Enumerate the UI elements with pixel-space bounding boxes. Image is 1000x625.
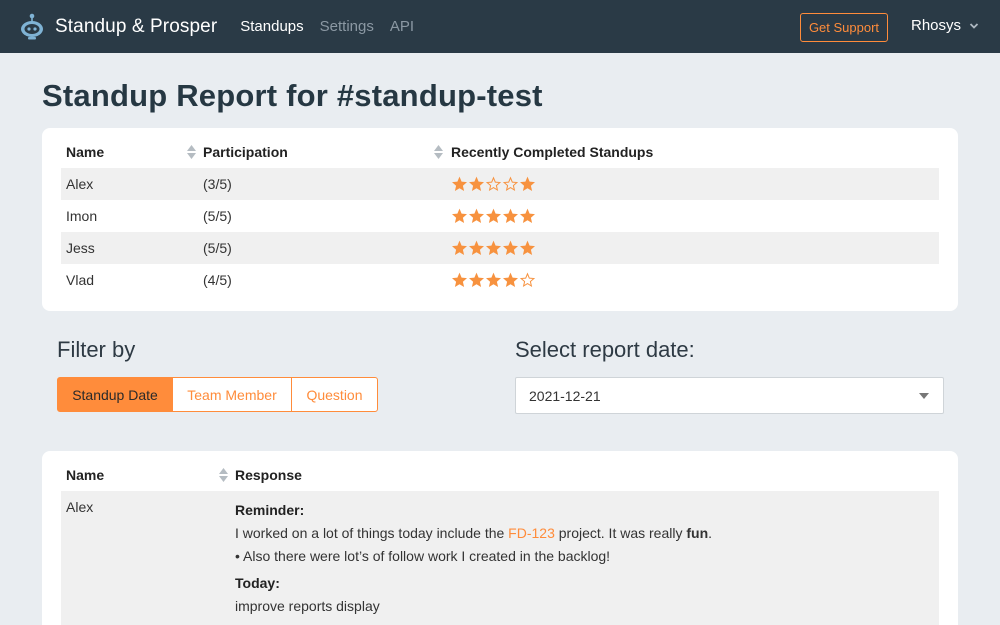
star-filled-icon bbox=[486, 272, 501, 287]
caret-down-icon bbox=[919, 393, 929, 399]
standup-stars bbox=[451, 272, 536, 288]
response-text: . bbox=[708, 525, 713, 541]
table-row: Vlad (4/5) bbox=[61, 264, 939, 296]
star-filled-icon bbox=[520, 176, 535, 191]
brand-name: Standup & Prosper bbox=[55, 15, 218, 37]
participation-value: (5/5) bbox=[203, 208, 232, 224]
response-bold-text: fun bbox=[686, 525, 709, 541]
brand[interactable]: Standup & Prosper bbox=[17, 0, 217, 53]
today-heading: Today: bbox=[235, 575, 280, 591]
star-filled-icon bbox=[469, 208, 484, 223]
response-text: project. It was really bbox=[554, 525, 687, 541]
response-author: Alex bbox=[66, 499, 94, 515]
response-text: I worked on a lot of things today includ… bbox=[235, 525, 509, 541]
issue-link[interactable]: FD-123 bbox=[508, 525, 555, 541]
star-filled-icon bbox=[503, 208, 518, 223]
column-header-participation: Participation bbox=[203, 144, 288, 160]
robot-logo-icon bbox=[21, 13, 43, 39]
sort-icon[interactable] bbox=[434, 145, 443, 159]
standup-stars bbox=[451, 240, 536, 256]
star-filled-icon bbox=[469, 240, 484, 255]
star-filled-icon bbox=[520, 208, 535, 223]
star-filled-icon bbox=[503, 272, 518, 287]
filter-team-member-button[interactable]: Team Member bbox=[172, 377, 292, 412]
reminder-heading: Reminder: bbox=[235, 502, 305, 518]
participation-value: (4/5) bbox=[203, 272, 232, 288]
nav-link-standups[interactable]: Standups bbox=[240, 18, 303, 35]
table-row: Alex (3/5) bbox=[61, 168, 939, 200]
response-line: I worked on a lot of things today includ… bbox=[235, 522, 712, 545]
standup-stars bbox=[451, 176, 536, 192]
column-header-recent-standups: Recently Completed Standups bbox=[451, 144, 654, 160]
table-row: Jess (5/5) bbox=[61, 232, 939, 264]
star-filled-icon bbox=[503, 240, 518, 255]
member-name: Alex bbox=[66, 176, 94, 192]
nav-link-api[interactable]: API bbox=[390, 18, 414, 35]
response-content: Reminder: I worked on a lot of things to… bbox=[235, 499, 712, 618]
sort-icon[interactable] bbox=[187, 145, 196, 159]
page-title: Standup Report for #standup-test bbox=[42, 78, 543, 113]
star-empty-icon bbox=[519, 272, 536, 288]
participation-value: (3/5) bbox=[203, 176, 232, 192]
table-row: Imon (5/5) bbox=[61, 200, 939, 232]
star-filled-icon bbox=[469, 176, 484, 191]
sort-icon[interactable] bbox=[219, 468, 228, 482]
nav-links: Standups Settings API bbox=[240, 18, 430, 35]
user-name: Rhosys bbox=[911, 17, 962, 34]
column-header-name: Name bbox=[66, 144, 105, 160]
star-filled-icon bbox=[452, 240, 467, 255]
filter-button-group: Standup Date Team Member Question bbox=[57, 377, 378, 412]
filter-by-label: Filter by bbox=[57, 337, 136, 362]
responses-card: Name Response Alex Reminder: I worked on… bbox=[42, 451, 958, 625]
report-date-label: Select report date: bbox=[515, 337, 695, 362]
star-filled-icon bbox=[452, 176, 467, 191]
user-menu[interactable]: Rhosys bbox=[911, 17, 979, 34]
column-header-name: Name bbox=[66, 467, 105, 483]
filter-question-button[interactable]: Question bbox=[291, 377, 378, 412]
top-navbar: Standup & Prosper Standups Settings API … bbox=[0, 0, 1000, 53]
star-filled-icon bbox=[452, 208, 467, 223]
member-name: Imon bbox=[66, 208, 98, 224]
star-filled-icon bbox=[452, 272, 467, 287]
report-date-value: 2021-12-21 bbox=[529, 388, 601, 404]
star-filled-icon bbox=[469, 272, 484, 287]
star-filled-icon bbox=[520, 240, 535, 255]
chevron-down-icon bbox=[969, 22, 979, 29]
today-text: improve reports display bbox=[235, 598, 380, 614]
star-empty-icon bbox=[502, 176, 519, 192]
star-filled-icon bbox=[486, 240, 501, 255]
star-empty-icon bbox=[485, 176, 502, 192]
participation-summary-card: Name Participation Recently Completed St… bbox=[42, 128, 958, 311]
column-header-response: Response bbox=[235, 467, 302, 483]
member-name: Jess bbox=[66, 240, 95, 256]
member-name: Vlad bbox=[66, 272, 95, 288]
nav-link-settings[interactable]: Settings bbox=[320, 18, 374, 35]
report-date-select[interactable]: 2021-12-21 bbox=[515, 377, 944, 414]
get-support-button[interactable]: Get Support bbox=[800, 13, 888, 42]
star-filled-icon bbox=[486, 208, 501, 223]
standup-stars bbox=[451, 208, 536, 224]
participation-value: (5/5) bbox=[203, 240, 232, 256]
table-row: Alex Reminder: I worked on a lot of thin… bbox=[61, 491, 939, 625]
filter-standup-date-button[interactable]: Standup Date bbox=[57, 377, 173, 412]
response-bullet: • Also there were lot’s of follow work I… bbox=[235, 548, 611, 564]
